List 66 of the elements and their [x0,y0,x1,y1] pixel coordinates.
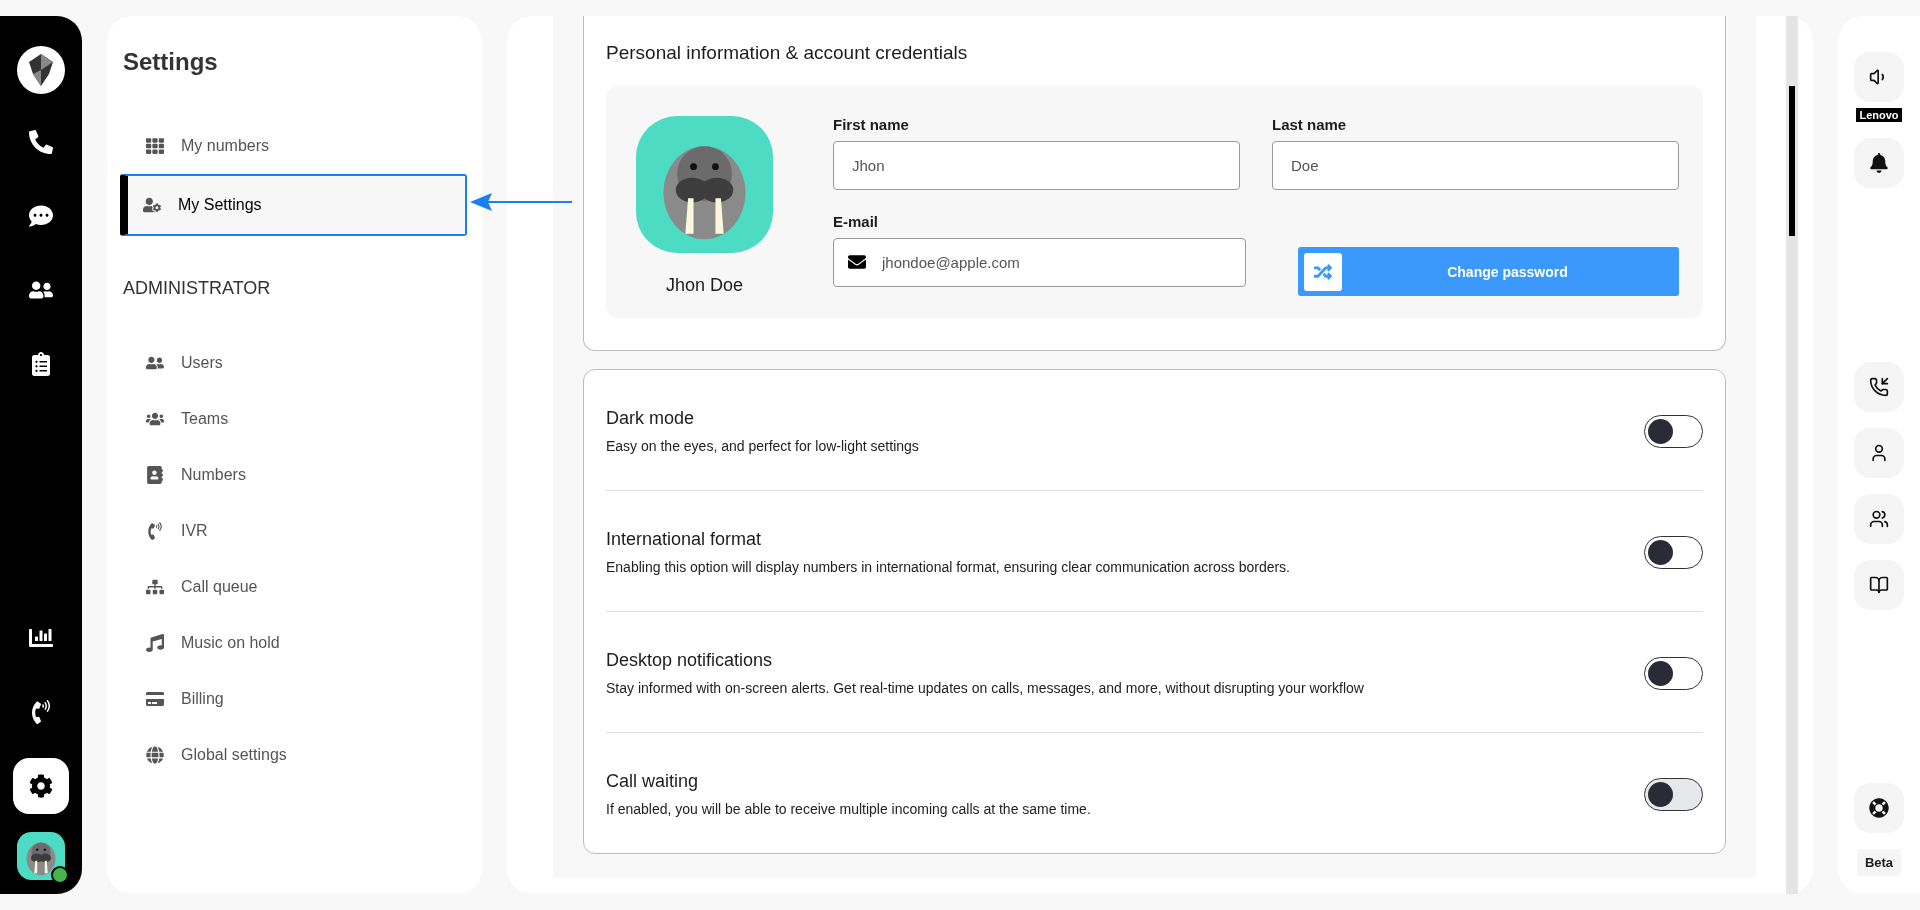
menu-item-label: Users [181,354,223,372]
menu-item-label: Numbers [181,466,246,484]
user-gear-icon [142,196,162,214]
bell-icon[interactable] [1854,138,1904,188]
globe-icon [145,746,165,764]
grid-icon [145,137,165,155]
group-icon [145,410,165,428]
menu-item[interactable]: Call queue [123,559,467,615]
setting-title: Dark mode [606,408,696,429]
menu-item-label: My numbers [181,137,270,155]
setting-description: Stay informed with on-screen alerts. Get real-time updates on calls, messages, and more, without disrupting your workflow [606,680,1365,696]
hierarchy-icon [145,578,165,596]
walrus-avatar [17,832,65,880]
toggle-switch[interactable] [1644,535,1703,569]
user-icon[interactable] [1854,427,1904,478]
menu-item[interactable]: Billing [123,671,467,727]
menu-item-label: Teams [181,410,229,428]
phone-icon [145,522,165,540]
menu-item-label: Global settings [181,746,287,764]
setting-description: Enabling this option will display numbers in international format, ensuring clear communication across borders. [606,559,1291,575]
book-icon[interactable] [1854,559,1904,610]
field-label: E-mail [833,213,879,230]
logo-icon [15,44,67,96]
device-label: Lenovo [1856,108,1902,122]
setting-description: Easy on the eyes, and perfect for low-light settings [606,438,920,454]
menu-item[interactable]: Global settings [123,727,467,783]
beta-badge: Beta [1856,849,1902,876]
text-field[interactable]: Jhon [833,141,1240,190]
setting-title: International format [606,529,763,550]
field-label: Last name [1272,116,1348,133]
menu-item-label: My Settings [178,196,262,214]
envelope-icon [848,253,866,271]
scrollbar[interactable] [1786,16,1798,894]
setting-description: If enabled, you will be able to receive multiple incoming calls at the same time. [606,801,1092,817]
card-title: Personal information & account credentials [606,42,969,64]
toggle-switch[interactable] [1644,414,1703,448]
menu-item[interactable]: My numbers [123,118,467,174]
music-note-icon [145,634,165,652]
users-icon [145,354,165,372]
menu-item[interactable]: Music on hold [123,615,467,671]
panel-title: Settings [123,48,219,76]
menu-item[interactable]: IVR [123,503,467,559]
menu-item[interactable]: Numbers [123,447,467,503]
menu-item-label: Music on hold [181,634,280,652]
address-book-icon [145,466,165,484]
menu-item-label: IVR [181,522,208,540]
setting-title: Desktop notifications [606,650,774,671]
settings-icon[interactable] [13,758,69,814]
lifebuoy-icon[interactable] [1854,783,1904,833]
credit-card-icon [145,690,165,708]
user-name: Jhon Doe [665,275,744,296]
text-field[interactable]: Doe [1272,141,1679,190]
menu-item[interactable]: Teams [123,391,467,447]
menu-item-label: Billing [181,690,224,708]
field-label: First name [833,116,910,133]
speaker-icon[interactable] [1854,52,1904,102]
section-heading: ADMINISTRATOR [123,278,272,299]
users-icon[interactable] [1854,493,1904,544]
menu-item-label: Call queue [181,578,258,596]
online-badge [51,866,69,884]
shuffle-icon [1304,252,1342,291]
menu-item[interactable]: Users [123,335,467,391]
toggle-switch[interactable] [1644,656,1703,690]
email-field[interactable]: jhondoe@apple.com [833,238,1246,287]
setting-title: Call waiting [606,771,700,792]
menu-item[interactable]: My Settings [120,174,467,236]
